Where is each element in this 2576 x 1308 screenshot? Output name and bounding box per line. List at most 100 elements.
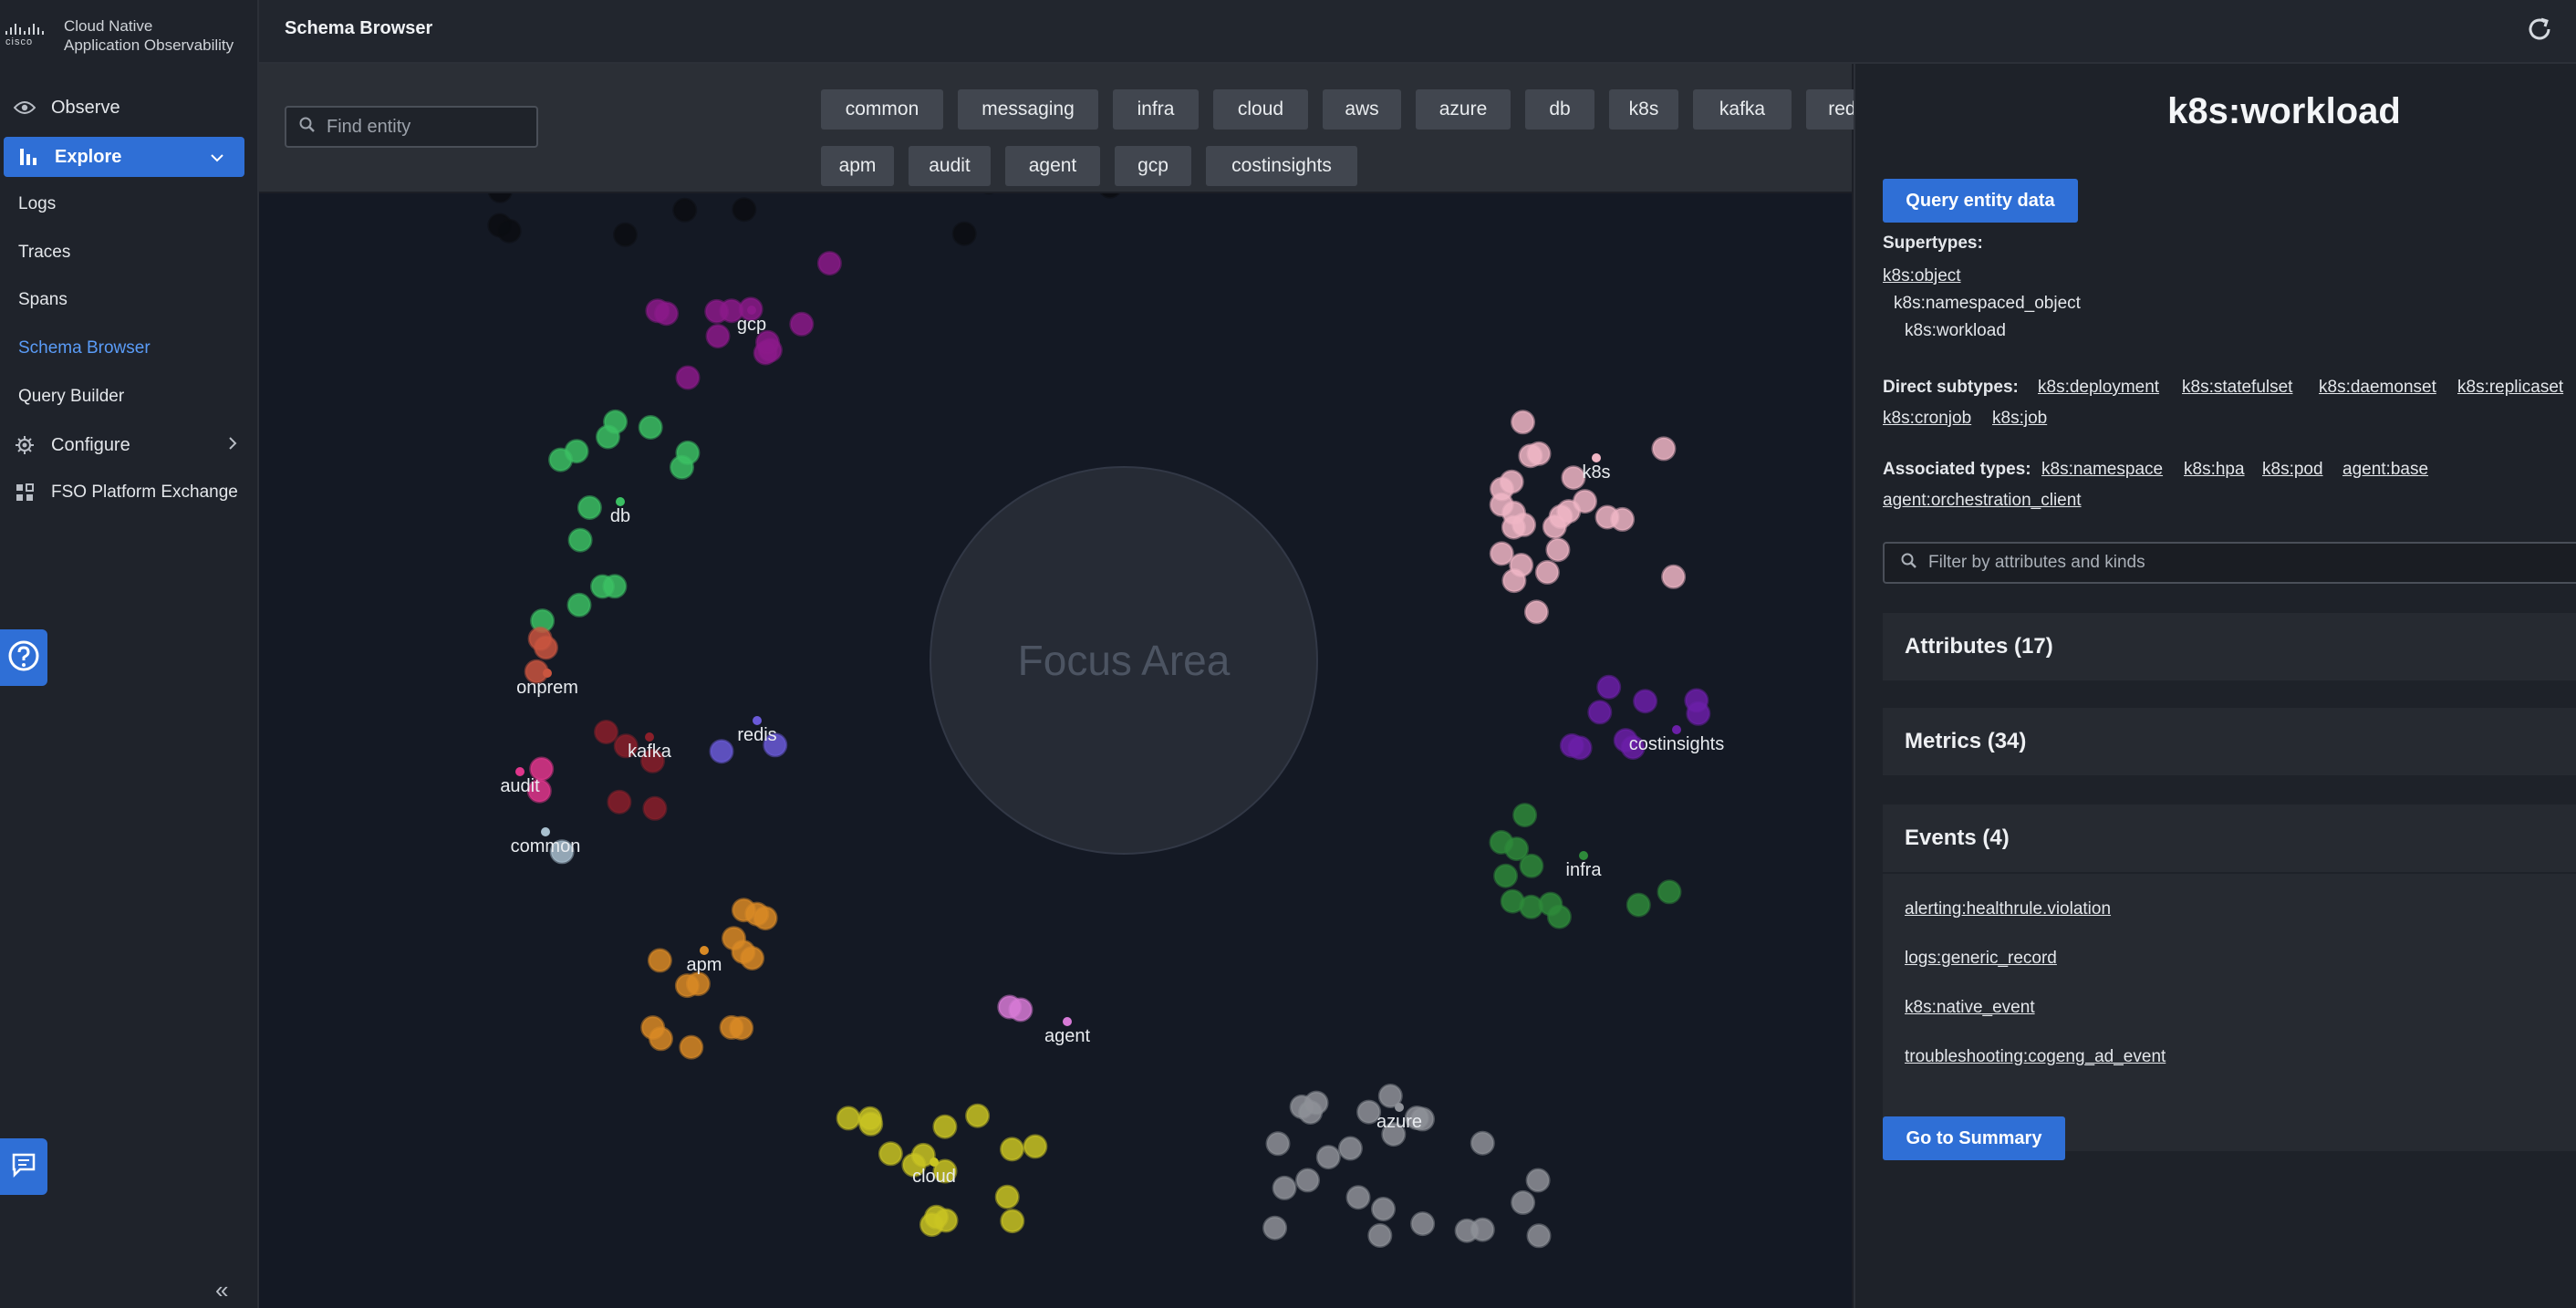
- cluster-hub-node[interactable]: [543, 669, 552, 678]
- entity-node[interactable]: [566, 592, 592, 618]
- cluster-hub-node[interactable]: [1395, 1103, 1404, 1112]
- entity-node[interactable]: [1511, 410, 1535, 435]
- associated-type-link[interactable]: agent:base: [2342, 460, 2428, 480]
- entity-node[interactable]: [709, 739, 734, 764]
- filter-attributes-input[interactable]: [1927, 552, 2569, 574]
- entity-node[interactable]: [1367, 1223, 1393, 1248]
- cluster-kafka[interactable]: kafka: [594, 720, 672, 821]
- cluster-hub-node[interactable]: [541, 827, 550, 836]
- chip-k8s[interactable]: k8s: [1609, 89, 1678, 130]
- entity-node[interactable]: [1573, 489, 1597, 514]
- entity-node[interactable]: [1470, 1130, 1495, 1156]
- entity-node[interactable]: [496, 218, 522, 244]
- event-link[interactable]: logs:generic_record: [1905, 949, 2057, 969]
- entity-node[interactable]: [951, 221, 977, 246]
- entity-node[interactable]: [647, 948, 672, 973]
- cluster-hub-node[interactable]: [753, 716, 762, 725]
- entity-node[interactable]: [997, 994, 1023, 1020]
- nav-schema-browser[interactable]: Schema Browser: [18, 338, 151, 358]
- cluster-hub-node[interactable]: [747, 306, 756, 315]
- cluster-agent[interactable]: agent: [997, 994, 1091, 1046]
- cluster-k8s[interactable]: k8s: [1489, 410, 1687, 625]
- entity-node[interactable]: [1509, 553, 1534, 577]
- chip-db[interactable]: db: [1525, 89, 1594, 130]
- nav-observe[interactable]: Observe: [0, 88, 257, 128]
- cluster-db[interactable]: db: [530, 409, 701, 634]
- chip-messaging[interactable]: messaging: [958, 89, 1098, 130]
- events-section[interactable]: Events (4): [1883, 805, 2576, 872]
- entity-node[interactable]: [1295, 1168, 1320, 1193]
- cluster-costinsights[interactable]: costinsights: [1559, 674, 1724, 761]
- entity-node[interactable]: [1501, 500, 1527, 525]
- associated-type-link[interactable]: agent:orchestration_client: [1883, 491, 2082, 511]
- find-entity-input[interactable]: [325, 115, 511, 139]
- event-link[interactable]: alerting:healthrule.violation: [1905, 899, 2111, 919]
- chip-aws[interactable]: aws: [1323, 89, 1401, 130]
- entity-node[interactable]: [1099, 193, 1121, 199]
- entity-node[interactable]: [1511, 1189, 1536, 1215]
- nav-explore[interactable]: Explore: [4, 137, 244, 177]
- nav-traces[interactable]: Traces: [18, 243, 70, 263]
- find-entity-search[interactable]: [285, 106, 538, 148]
- entity-node[interactable]: [1526, 441, 1552, 466]
- entity-node[interactable]: [679, 1034, 704, 1060]
- entity-node[interactable]: [705, 324, 731, 348]
- entity-node[interactable]: [740, 946, 765, 971]
- entity-node[interactable]: [1489, 829, 1514, 855]
- chip-cloud[interactable]: cloud: [1213, 89, 1308, 130]
- entity-node[interactable]: [1304, 1090, 1329, 1116]
- chip-kafka[interactable]: kafka: [1693, 89, 1792, 130]
- subtype-link[interactable]: k8s:cronjob: [1883, 409, 1971, 429]
- entity-node[interactable]: [878, 1141, 903, 1167]
- subtype-link[interactable]: k8s:job: [1992, 409, 2047, 429]
- chip-azure[interactable]: azure: [1416, 89, 1511, 130]
- chip-costinsights[interactable]: costinsights: [1206, 146, 1357, 186]
- entity-node[interactable]: [789, 311, 815, 337]
- entity-node[interactable]: [1337, 1136, 1363, 1161]
- entity-node[interactable]: [753, 906, 778, 931]
- collapse-sidebar-icon[interactable]: «: [215, 1276, 228, 1304]
- entity-node[interactable]: [576, 495, 602, 520]
- cluster-redis[interactable]: redis: [709, 716, 788, 764]
- subtype-link[interactable]: k8s:daemonset: [2319, 378, 2436, 398]
- cluster-hub-node[interactable]: [700, 946, 709, 955]
- associated-type-link[interactable]: k8s:pod: [2262, 460, 2323, 480]
- entity-node[interactable]: [642, 795, 668, 821]
- cluster-hub-node[interactable]: [1063, 1017, 1072, 1026]
- entity-node[interactable]: [1262, 1215, 1288, 1241]
- entity-node[interactable]: [1526, 1223, 1552, 1249]
- entity-node[interactable]: [816, 251, 842, 276]
- entity-node[interactable]: [1626, 892, 1651, 918]
- entity-node[interactable]: [1470, 1217, 1495, 1242]
- nav-logs[interactable]: Logs: [18, 194, 56, 214]
- cluster-gcp[interactable]: gcp: [645, 251, 842, 390]
- entity-node[interactable]: [594, 720, 618, 744]
- nav-fso-platform-exchange[interactable]: FSO Platform Exchange: [0, 472, 257, 513]
- entity-node[interactable]: [732, 197, 757, 223]
- entity-node[interactable]: [1546, 904, 1572, 929]
- entity-node[interactable]: [1490, 476, 1514, 502]
- cluster-hub-node[interactable]: [1579, 851, 1588, 860]
- entity-node[interactable]: [567, 527, 593, 553]
- entity-node[interactable]: [1525, 1168, 1551, 1193]
- entity-node[interactable]: [613, 222, 638, 247]
- associated-type-link[interactable]: k8s:hpa: [2184, 460, 2245, 480]
- cluster-hub-node[interactable]: [515, 767, 525, 776]
- entity-node[interactable]: [1587, 700, 1613, 725]
- chip-infra[interactable]: infra: [1113, 89, 1199, 130]
- entity-node[interactable]: [1596, 674, 1622, 700]
- cluster-hub-node[interactable]: [616, 497, 625, 506]
- entity-node[interactable]: [675, 365, 701, 390]
- schema-graph[interactable]: Focus Area aws gcp db onprem kafka redis audit…: [259, 193, 1852, 1308]
- feedback-button[interactable]: [0, 1138, 47, 1195]
- nav-spans[interactable]: Spans: [18, 290, 68, 310]
- entity-node[interactable]: [675, 440, 701, 465]
- entity-node[interactable]: [548, 447, 574, 472]
- cluster-aws[interactable]: aws: [487, 193, 1220, 247]
- entity-node[interactable]: [607, 789, 632, 815]
- cluster-audit[interactable]: audit: [500, 756, 555, 804]
- subtype-link[interactable]: k8s:deployment: [2038, 378, 2159, 398]
- entity-node[interactable]: [638, 415, 663, 440]
- app-logo[interactable]: cisco Cloud Native Application Observabi…: [5, 16, 265, 55]
- entity-node[interactable]: [640, 1015, 666, 1041]
